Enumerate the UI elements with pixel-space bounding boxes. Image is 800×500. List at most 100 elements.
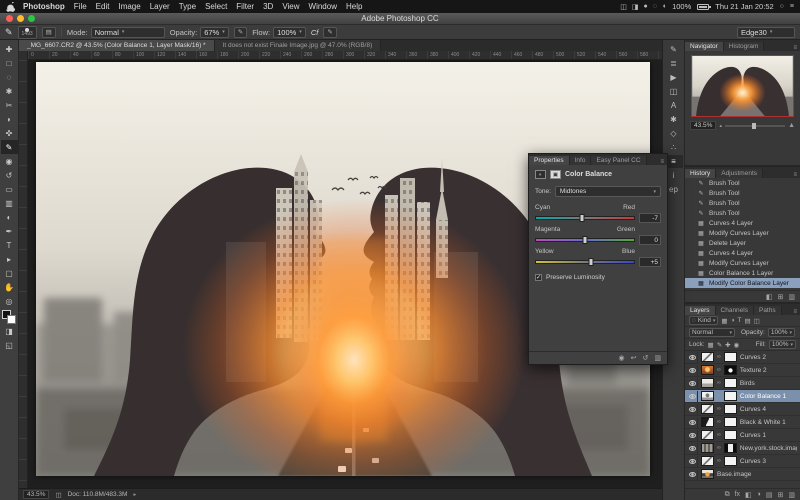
hand-tool[interactable]: ✋: [1, 280, 18, 294]
character-icon[interactable]: A: [665, 99, 683, 112]
history-item[interactable]: ▦Modify Curves Layer: [685, 258, 800, 268]
magic-wand-tool[interactable]: ✱: [1, 84, 18, 98]
flow-input[interactable]: 100% ▾: [273, 27, 306, 38]
history-item[interactable]: ▦Delete Layer: [685, 238, 800, 248]
menu-item-window[interactable]: Window: [309, 2, 337, 11]
tab-histogram[interactable]: Histogram: [724, 42, 765, 51]
menubar-status-icon[interactable]: ●: [643, 3, 647, 11]
menubar-clock[interactable]: Thu 21 Jan 20:52: [715, 2, 773, 11]
layer-mask-thumbnail[interactable]: [724, 443, 737, 453]
notification-center-icon[interactable]: ≡: [790, 3, 794, 10]
lock-icon[interactable]: ◉: [734, 341, 740, 349]
properties-footer-icon[interactable]: ↩: [631, 354, 637, 362]
lock-icon[interactable]: ▦: [708, 341, 714, 349]
tone-select[interactable]: Midtones ▾: [555, 186, 661, 197]
slider-thumb[interactable]: [583, 236, 588, 244]
history-footer-icon[interactable]: ▥: [788, 293, 795, 301]
layer-mask-thumbnail[interactable]: [724, 430, 737, 440]
adjustment-properties-icon[interactable]: ▣: [550, 170, 561, 179]
ruler-origin[interactable]: [19, 51, 28, 60]
layer-opacity-input[interactable]: 100% ▾: [768, 328, 795, 337]
airbrush-toggle[interactable]: Cf: [311, 28, 319, 37]
quick-mask-button[interactable]: ◨: [1, 324, 18, 338]
opacity-input[interactable]: 67% ▾: [200, 27, 229, 38]
layer-thumbnail[interactable]: [701, 352, 714, 362]
color-swatches[interactable]: [2, 310, 16, 324]
history-item[interactable]: ▦Modify Color Balance Layer: [685, 278, 800, 288]
layers-footer-icon[interactable]: ◑: [757, 491, 761, 498]
slider-value-input[interactable]: 0: [639, 235, 661, 245]
menu-item-select[interactable]: Select: [205, 2, 227, 11]
layer-comps-icon[interactable]: ◫: [665, 85, 683, 98]
blend-mode-select[interactable]: Normal ▾: [91, 27, 165, 38]
eye-toggle[interactable]: [688, 378, 698, 389]
toggle-brush-panel-button[interactable]: ▤: [42, 27, 56, 38]
layer-filter-icon[interactable]: ◑: [731, 317, 735, 325]
menubar-status-icon[interactable]: ◖: [662, 3, 666, 11]
layer-mask-thumbnail[interactable]: [724, 391, 737, 401]
color-balance-slider[interactable]: [535, 216, 635, 220]
status-menu-arrow-icon[interactable]: ▸: [133, 492, 136, 498]
workspace-select[interactable]: Edge30 ▾: [737, 27, 795, 38]
layer-thumbnail[interactable]: [701, 417, 714, 427]
properties-footer-icon[interactable]: ▥: [654, 354, 661, 362]
eyedropper-tool[interactable]: ◗: [1, 112, 18, 126]
tab-info[interactable]: Info: [570, 156, 592, 165]
navigator-zoom-input[interactable]: 43.5%: [690, 121, 716, 130]
slider-thumb[interactable]: [580, 214, 585, 222]
menubar-status-icon[interactable]: ◌: [653, 3, 657, 11]
actions-icon[interactable]: ▶: [665, 71, 683, 84]
doc-tab[interactable]: It does not exist Finale Image.jpg @ 47.…: [215, 40, 382, 51]
eye-toggle[interactable]: [688, 456, 698, 467]
layer-mask-thumbnail[interactable]: [724, 456, 737, 466]
menubar-status-icon[interactable]: ◫: [620, 3, 627, 11]
layer-mask-thumbnail[interactable]: [724, 378, 737, 388]
layer-filter-icon[interactable]: ▦: [721, 317, 727, 325]
layer-mask-thumbnail[interactable]: [724, 417, 737, 427]
tab-properties[interactable]: Properties: [529, 156, 570, 165]
type-tool[interactable]: T: [1, 238, 18, 252]
color-balance-slider[interactable]: [535, 260, 635, 264]
lock-icon[interactable]: ✎: [717, 341, 722, 349]
eye-toggle[interactable]: [688, 417, 698, 428]
history-item[interactable]: ✎Brush Tool: [685, 208, 800, 218]
layer-row[interactable]: Base.image: [685, 468, 800, 481]
zoom-tool[interactable]: ◎: [1, 294, 18, 308]
tool-presets-icon[interactable]: ≣: [665, 57, 683, 70]
layers-footer-icon[interactable]: ▥: [788, 491, 795, 499]
layer-row[interactable]: ∞Texture 2: [685, 364, 800, 377]
color-balance-slider[interactable]: [535, 238, 635, 242]
layer-filter-kind-select[interactable]: ◌ Kind ▾: [689, 316, 718, 325]
history-footer-icon[interactable]: ◧: [766, 293, 773, 301]
tab-easy-panel-cc[interactable]: Easy Panel CC: [591, 156, 646, 165]
slider-thumb[interactable]: [588, 258, 593, 266]
layer-row[interactable]: ∞Curves 2: [685, 351, 800, 364]
shape-tool[interactable]: ▢: [1, 266, 18, 280]
properties-footer-icon[interactable]: ◉: [619, 354, 625, 362]
menu-item-type[interactable]: Type: [179, 2, 196, 11]
layer-row[interactable]: ∞Curves 3: [685, 455, 800, 468]
navigator-zoom-slider[interactable]: [725, 125, 785, 127]
layer-row[interactable]: ∞Color Balance 1: [685, 390, 800, 403]
pressure-opacity-button[interactable]: ✎: [234, 27, 247, 38]
history-item[interactable]: ✎Brush Tool: [685, 188, 800, 198]
background-color-swatch[interactable]: [7, 315, 16, 324]
layer-thumbnail[interactable]: [701, 365, 714, 375]
navigator-thumbnail[interactable]: [691, 55, 794, 117]
eye-toggle[interactable]: [688, 352, 698, 363]
lock-icon[interactable]: ✚: [725, 341, 730, 349]
layers-footer-icon[interactable]: fx: [735, 491, 740, 498]
screen-mode-button[interactable]: ◱: [1, 338, 18, 352]
layer-blend-mode-select[interactable]: Normal ▾: [689, 328, 735, 337]
styles-icon[interactable]: ✱: [665, 113, 683, 126]
history-item[interactable]: ✎Brush Tool: [685, 178, 800, 188]
menu-item-3d[interactable]: 3D: [263, 2, 273, 11]
layer-filter-icon[interactable]: ◫: [754, 317, 760, 325]
spotlight-search-icon[interactable]: ○: [780, 3, 784, 10]
menu-item-help[interactable]: Help: [346, 2, 362, 11]
tab-history[interactable]: History: [685, 169, 716, 178]
history-brush-tool[interactable]: ↺: [1, 168, 18, 182]
tab-layers[interactable]: Layers: [685, 306, 716, 315]
layer-mask-thumbnail[interactable]: [724, 365, 737, 375]
brush-tool[interactable]: ✎: [1, 140, 18, 154]
